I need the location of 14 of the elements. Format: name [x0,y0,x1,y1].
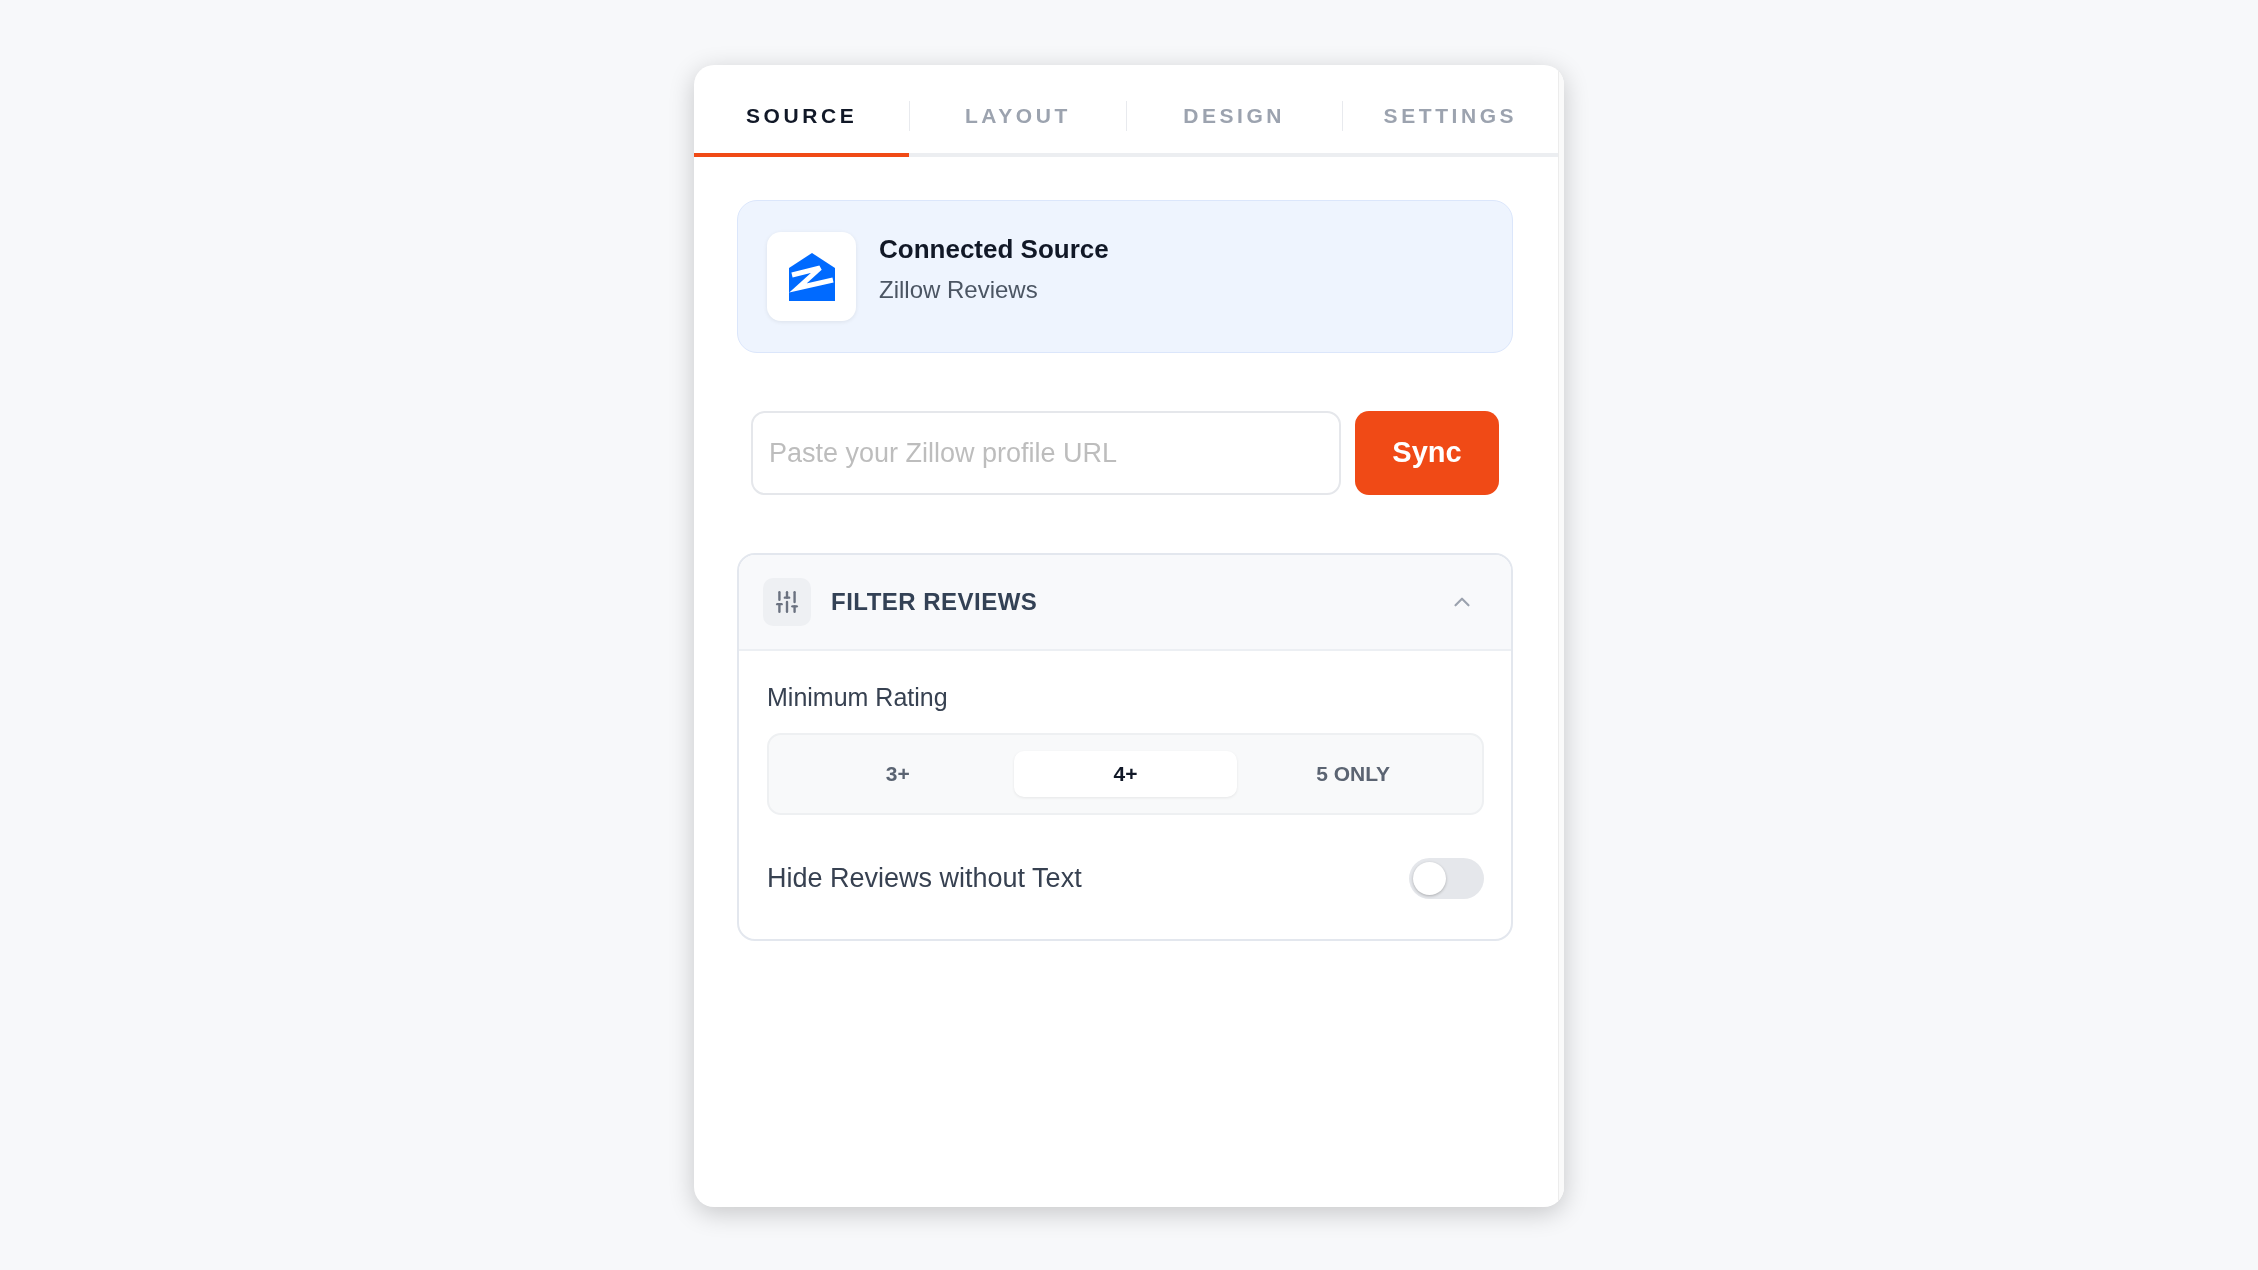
toggle-switch[interactable] [1409,857,1484,899]
section-header[interactable]: FILTER REVIEWS [739,555,1511,651]
rating-option[interactable]: 5 ONLY [1241,750,1465,797]
source-title: Connected Source [879,235,1109,262]
url-input-field[interactable]: Paste your Zillow profile URL [751,411,1341,495]
rating-label: Minimum Rating [767,682,948,713]
sliders-icon [763,578,811,626]
tab[interactable]: SOURCE [694,65,910,157]
toggle-label: Hide Reviews without Text [767,861,1082,895]
house-logo-icon [767,232,856,321]
source-name: Zillow Reviews [879,274,1039,305]
rating-option[interactable]: 4+ [1013,750,1238,797]
rating-option[interactable]: 3+ [786,750,1010,797]
sync-button[interactable]: Sync [1355,411,1499,495]
